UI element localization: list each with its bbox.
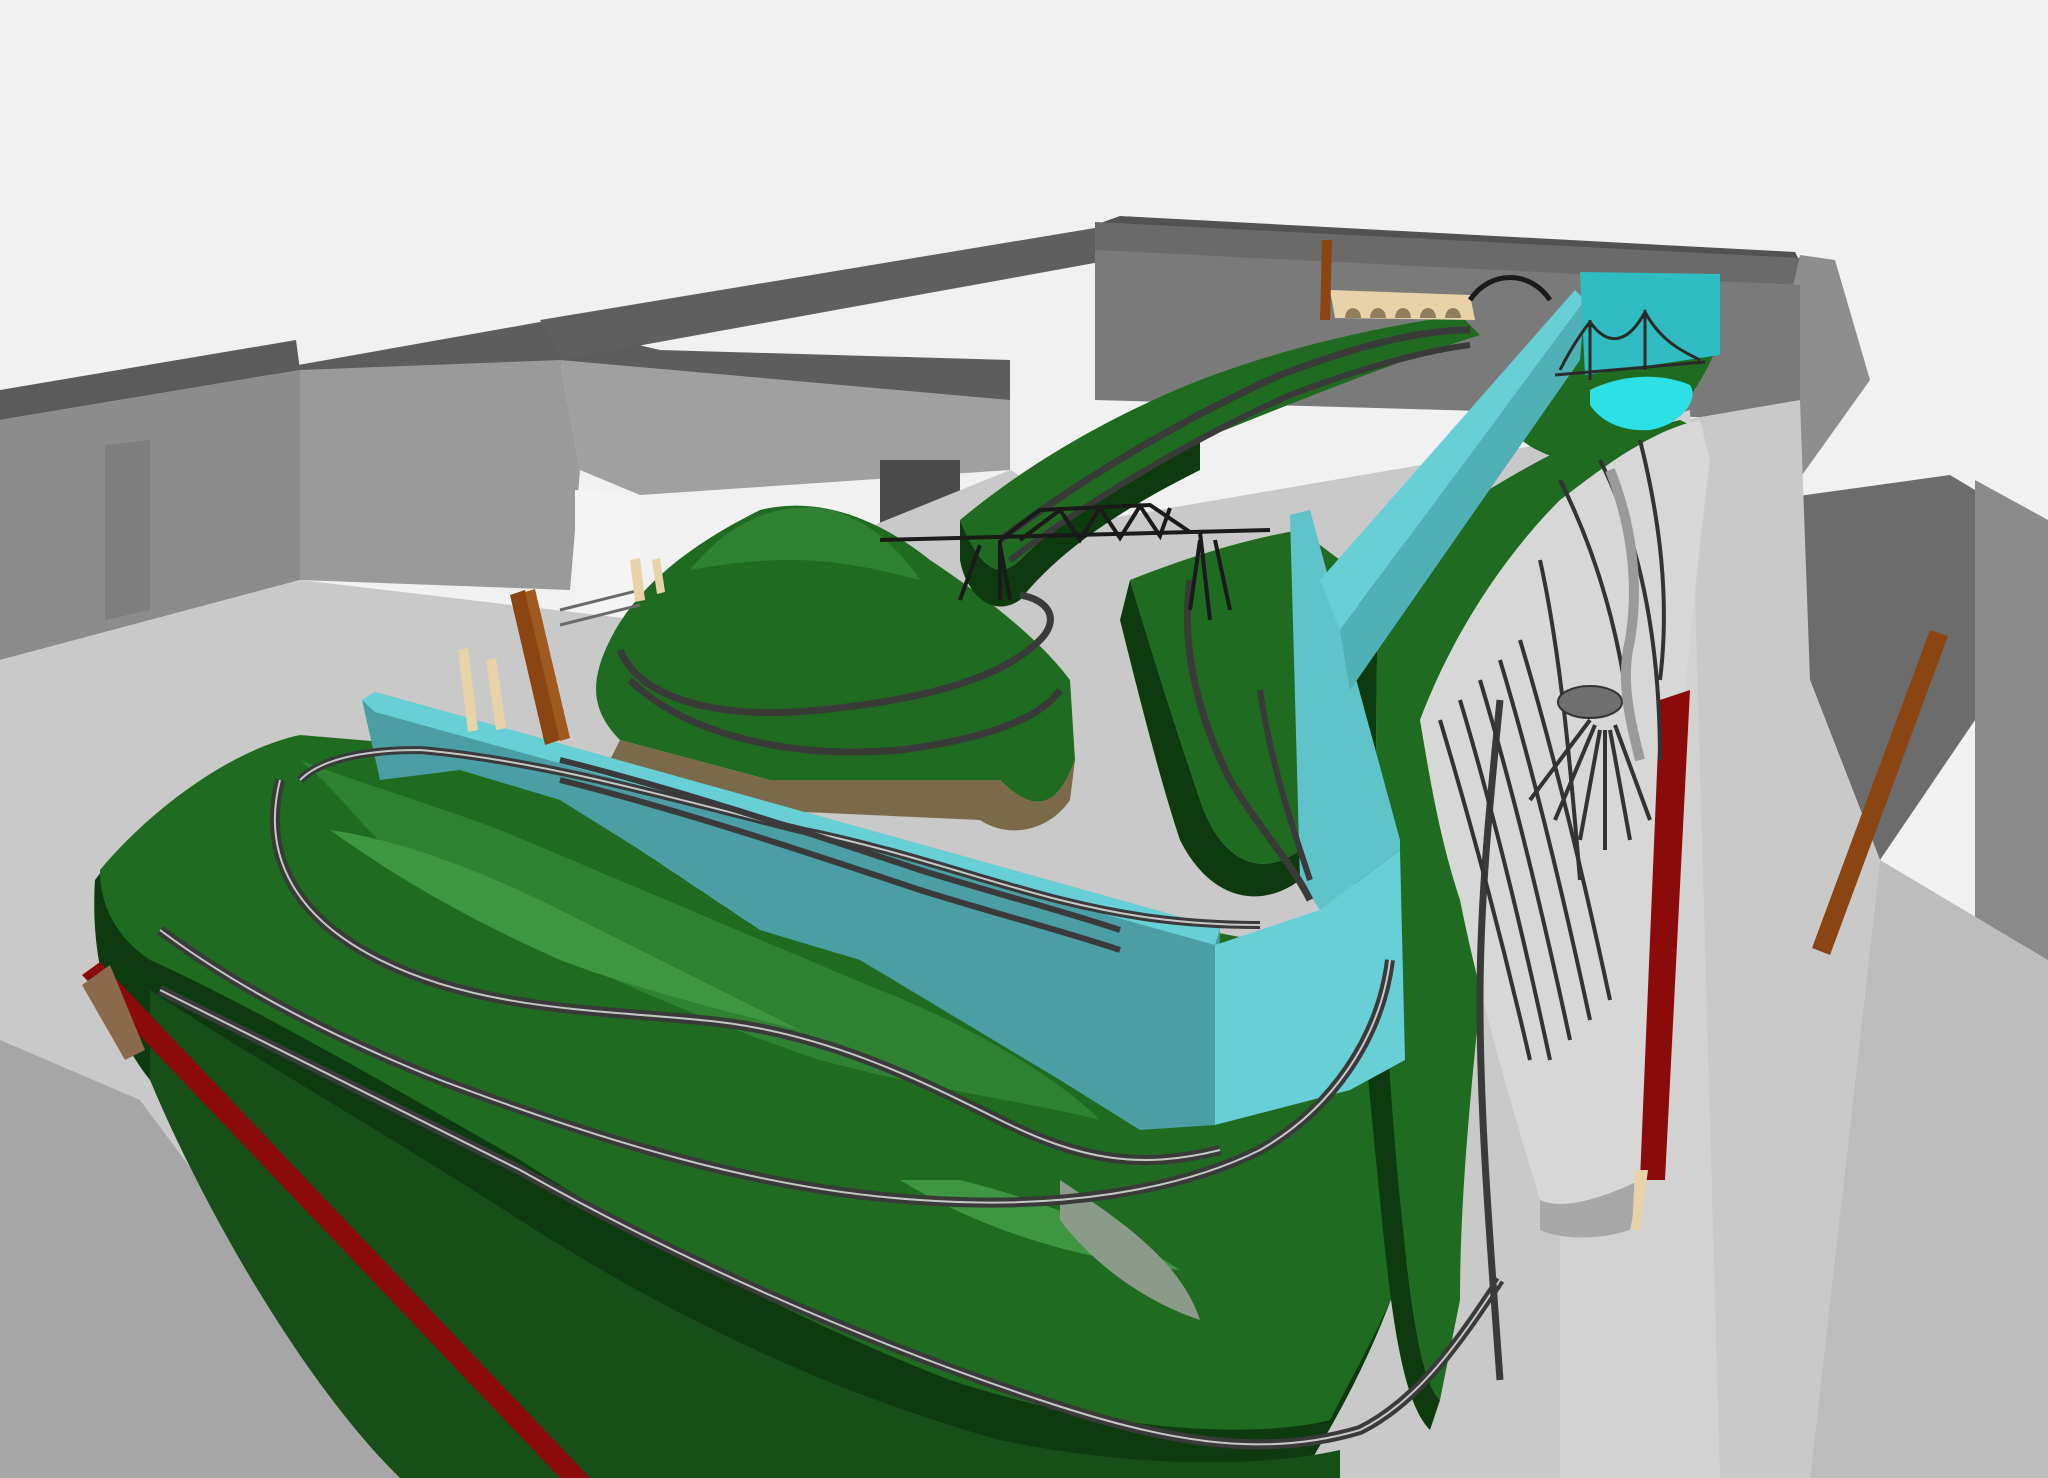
layout-3d-view[interactable] <box>0 0 2048 1478</box>
wall-doorway <box>575 490 640 620</box>
turntable <box>1557 685 1623 719</box>
wall-left-inner <box>105 440 150 620</box>
arch-viaduct <box>1330 290 1475 320</box>
post-back <box>1320 240 1332 320</box>
wall-mid-face <box>300 360 580 590</box>
